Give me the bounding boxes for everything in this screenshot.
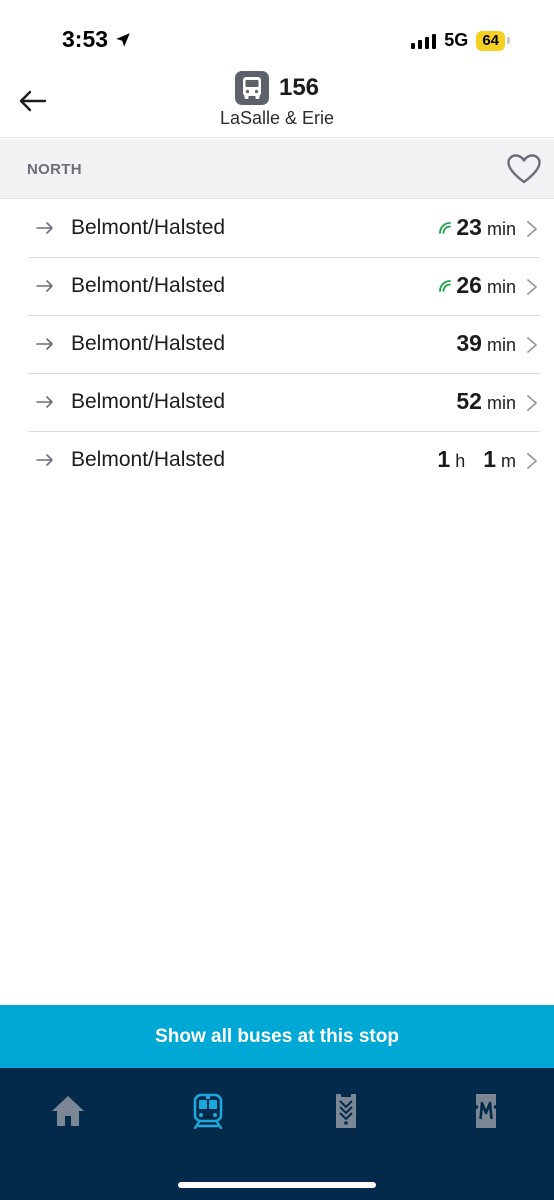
arrival-time-unit: m (501, 451, 516, 471)
arrival-row[interactable]: Belmont/Halsted 23 min (28, 200, 540, 258)
arrival-destination: Belmont/Halsted (71, 216, 226, 239)
arrival-time-unit: min (486, 393, 516, 413)
arrival-time-unit: min (486, 219, 516, 239)
status-indicators: 5G 64 (411, 30, 510, 51)
status-bar: 3:53 5G 64 (0, 0, 554, 72)
header-title: 156 LaSalle & Erie (0, 70, 554, 129)
arrival-row[interactable]: Belmont/Halsted 26 min (28, 258, 540, 316)
metra-icon (476, 1094, 496, 1128)
realtime-signal-icon (439, 221, 452, 234)
arrival-time-value: 39 (456, 330, 482, 356)
arrival-time: 39 min (456, 330, 516, 357)
stop-header: 156 LaSalle & Erie (0, 66, 554, 138)
realtime-signal-icon (439, 279, 452, 292)
status-time-text: 3:53 (62, 26, 109, 52)
show-all-buses-button[interactable]: Show all buses at this stop (0, 1005, 554, 1068)
pass-icon (336, 1094, 356, 1128)
direction-arrow-icon (36, 338, 53, 350)
battery-icon: 64 (476, 30, 510, 51)
network-type: 5G (444, 30, 469, 50)
route-row: 156 (234, 70, 320, 106)
arrivals-list: Belmont/Halsted 23 min Belmont/Halsted 26 min… (28, 200, 540, 490)
arrival-time-value: 52 (456, 388, 482, 414)
arrival-time: 23 min (438, 214, 516, 241)
status-time: 3:53 (62, 26, 132, 53)
tab-pass[interactable] (316, 1088, 376, 1134)
direction-arrow-icon (36, 454, 53, 466)
transit-icon (193, 1093, 223, 1129)
arrival-destination: Belmont/Halsted (71, 448, 226, 471)
arrival-row[interactable]: Belmont/Halsted 39 min (28, 316, 540, 374)
arrival-time: 26 min (438, 272, 516, 299)
tab-bar (0, 1068, 554, 1200)
tab-home[interactable] (38, 1088, 98, 1134)
show-all-buses-label: Show all buses at this stop (155, 1025, 399, 1047)
direction-arrow-icon (36, 222, 53, 234)
chevron-right-icon (527, 395, 537, 411)
direction-arrow-icon (36, 396, 53, 408)
bus-icon (234, 71, 269, 105)
arrival-time: 52 min (456, 388, 516, 415)
location-arrow-icon (116, 32, 130, 47)
tab-transit[interactable] (178, 1088, 238, 1134)
arrival-time-value: 1 (437, 446, 451, 472)
chevron-right-icon (527, 279, 537, 295)
favorite-button[interactable] (506, 151, 542, 187)
arrival-time-value: 26 (456, 272, 482, 298)
direction-label: NORTH (27, 161, 82, 178)
direction-arrow-icon (36, 280, 53, 292)
tab-metra[interactable] (456, 1088, 516, 1134)
chevron-right-icon (527, 337, 537, 353)
chevron-right-icon (527, 453, 537, 469)
stop-name: LaSalle & Erie (219, 108, 335, 128)
arrival-destination: Belmont/Halsted (71, 332, 226, 355)
arrival-time-unit: min (486, 335, 516, 355)
arrival-row[interactable]: Belmont/Halsted 1 h 1 m (28, 432, 540, 490)
home-indicator (178, 1182, 376, 1188)
arrival-time: 1h1m (437, 446, 516, 473)
arrival-row[interactable]: Belmont/Halsted 52 min (28, 374, 540, 432)
arrival-time-unit: h (455, 451, 466, 471)
arrival-time-value: 1 (483, 446, 496, 472)
arrival-destination: Belmont/Halsted (71, 390, 226, 413)
arrival-destination: Belmont/Halsted (71, 274, 226, 297)
heart-icon (507, 154, 541, 184)
chevron-right-icon (527, 221, 537, 237)
direction-section-header: NORTH (0, 139, 554, 199)
cellular-signal-icon (411, 33, 437, 49)
battery-level: 64 (476, 30, 505, 51)
arrival-time-unit: min (486, 277, 516, 297)
route-number: 156 (278, 74, 320, 101)
home-icon (52, 1096, 84, 1126)
arrival-time-value: 23 (456, 214, 482, 240)
